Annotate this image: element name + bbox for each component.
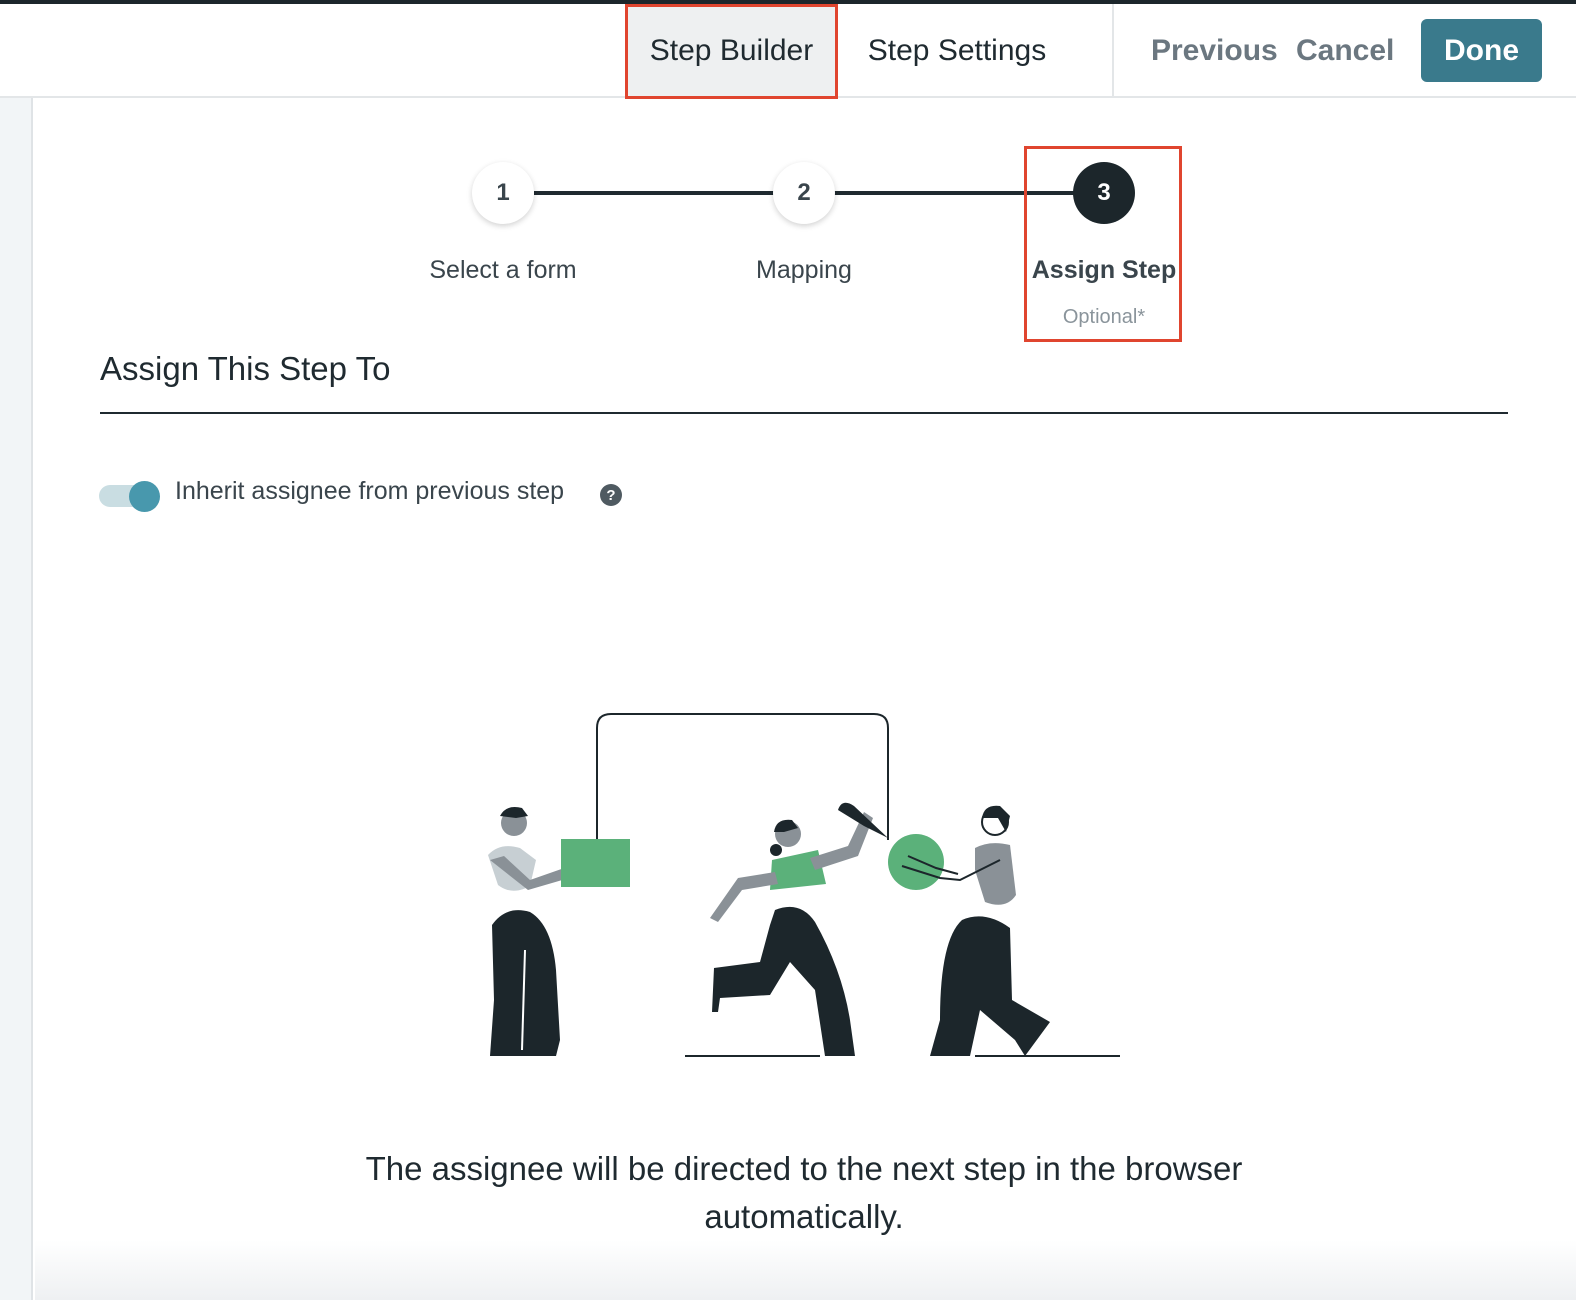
person-left <box>488 807 630 1056</box>
stepper-connector-1 <box>534 191 774 195</box>
cancel-button[interactable]: Cancel <box>1296 4 1394 98</box>
toggle-knob <box>129 481 160 512</box>
step-3-sublabel: Optional* <box>1062 306 1146 328</box>
person-middle <box>710 802 888 1056</box>
previous-button[interactable]: Previous <box>1151 4 1278 98</box>
inherit-assignee-label: Inherit assignee from previous step <box>175 477 565 505</box>
step-2-circle[interactable]: 2 <box>773 162 835 224</box>
section-title: Assign This Step To <box>100 350 391 387</box>
bottom-fade <box>35 1240 1576 1300</box>
tab-step-builder[interactable]: Step Builder <box>625 4 838 98</box>
step-1-circle[interactable]: 1 <box>472 162 534 224</box>
tab-step-settings[interactable]: Step Settings <box>846 4 1068 98</box>
person-right <box>888 805 1050 1056</box>
help-icon[interactable]: ? <box>600 484 622 506</box>
top-toolbar: Step Builder Step Settings Previous Canc… <box>0 4 1576 98</box>
step-1-label: Select a form <box>429 256 577 284</box>
step-2-label: Mapping <box>756 256 852 284</box>
stepper-connector-2 <box>834 191 1074 195</box>
step-3-label: Assign Step <box>1031 256 1177 284</box>
connector-frame <box>596 713 889 840</box>
left-rail <box>0 98 33 1300</box>
toolbar-divider <box>1112 4 1114 98</box>
assignee-description: The assignee will be directed to the nex… <box>365 1150 1243 1235</box>
section-divider <box>100 412 1508 414</box>
inherit-assignee-toggle[interactable] <box>99 481 161 512</box>
done-button[interactable]: Done <box>1421 19 1542 82</box>
people-collaborating-illustration <box>488 713 1120 1057</box>
step-3-circle[interactable]: 3 <box>1073 162 1135 224</box>
